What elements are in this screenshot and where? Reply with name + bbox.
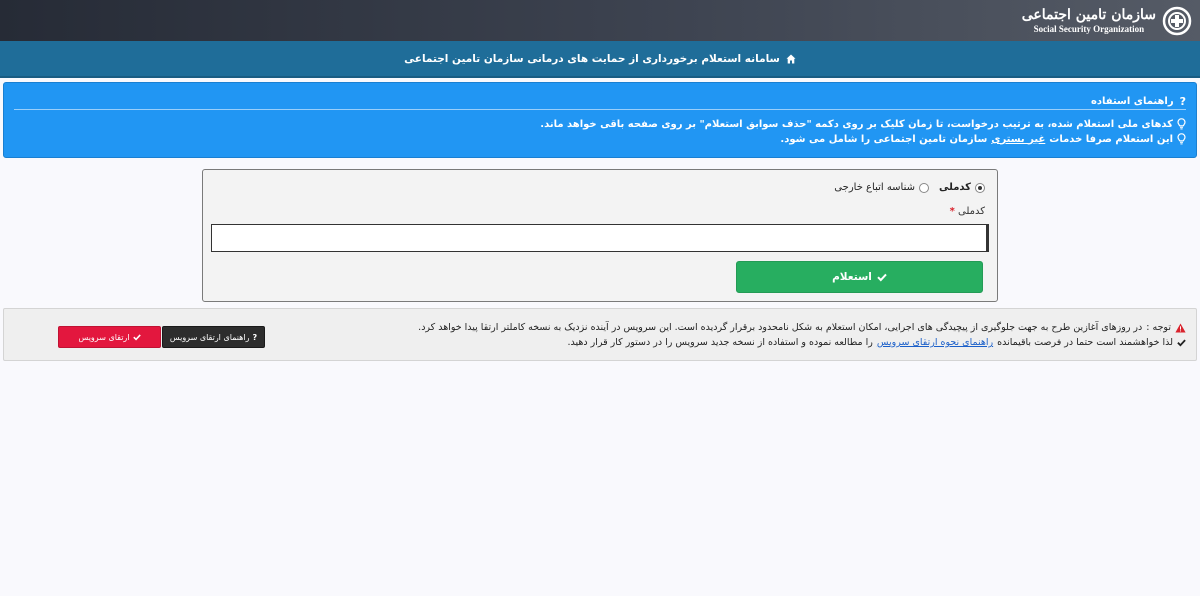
id-type-radio-group: کدملی شناسه اتباع خارجی <box>834 182 985 193</box>
required-mark: * <box>949 206 955 217</box>
inquiry-button[interactable]: استعلام <box>736 261 983 293</box>
notice-line-2: لذا خواهشمند است حتما در فرصت باقیمانده … <box>418 335 1186 350</box>
guide-text-2-after: سازمان تامین اجتماعی را شامل می شود. <box>780 133 988 145</box>
inquiry-button-label: استعلام <box>832 271 872 283</box>
upgrade-guide-button[interactable]: ? راهنمای ارتقای سرویس <box>162 326 265 348</box>
guide-text-2-underlined: غیر بستری <box>991 133 1046 145</box>
radio-foreign-id-control[interactable] <box>919 182 930 193</box>
radio-foreign-id[interactable]: شناسه اتباع خارجی <box>834 182 930 193</box>
guide-divider <box>14 109 1186 110</box>
notice-text: توجه : در روزهای آغازین طرح به جهت جلوگی… <box>418 320 1186 350</box>
usage-guide-panel: ? راهنمای استفاده کدهای ملی استعلام شده،… <box>3 82 1197 158</box>
upgrade-service-button-label: ارتقای سرویس <box>78 332 130 342</box>
guide-text-2-before: این استعلام صرفا خدمات <box>1049 133 1173 145</box>
lightbulb-icon <box>1177 118 1186 130</box>
radio-foreign-id-label: شناسه اتباع خارجی <box>834 182 916 193</box>
brand-text: سازمان تامین اجتماعی Social Security Org… <box>1022 8 1156 34</box>
warning-icon <box>1175 323 1186 332</box>
guide-text-1: کدهای ملی استعلام شده، به ترتیب درخواست،… <box>540 118 1173 130</box>
check-icon <box>132 334 141 341</box>
organization-logo-icon <box>1162 6 1192 36</box>
question-icon: ? <box>252 332 258 342</box>
notice-line-1: توجه : در روزهای آغازین طرح به جهت جلوگی… <box>418 320 1186 335</box>
home-icon[interactable] <box>786 54 796 64</box>
lightbulb-icon <box>1177 133 1186 145</box>
check-icon <box>1177 339 1186 347</box>
system-title: سامانه استعلام برخورداری از حمایت های در… <box>404 52 780 65</box>
upgrade-guide-link[interactable]: راهنمای نحوه ارتقای سرویس <box>877 337 993 348</box>
check-icon <box>877 273 887 282</box>
radio-national-code-label: کدملی <box>939 182 971 193</box>
guide-title: راهنمای استفاده <box>1090 95 1174 107</box>
national-code-label-text: کدملی <box>957 206 985 217</box>
top-header: سازمان تامین اجتماعی Social Security Org… <box>0 0 1200 41</box>
national-code-label: کدملی * <box>950 206 985 217</box>
radio-national-code-control[interactable] <box>975 182 985 193</box>
brand-logo-block[interactable]: سازمان تامین اجتماعی Social Security Org… <box>1022 4 1192 38</box>
brand-name-en: Social Security Organization <box>1033 24 1145 34</box>
upgrade-guide-button-label: راهنمای ارتقای سرویس <box>169 332 250 342</box>
notice-prefix: توجه : <box>1146 322 1171 333</box>
question-icon: ? <box>1179 94 1186 108</box>
upgrade-notice-panel: توجه : در روزهای آغازین طرح به جهت جلوگی… <box>3 308 1197 361</box>
system-title-bar: سامانه استعلام برخورداری از حمایت های در… <box>0 41 1200 78</box>
brand-name-fa: سازمان تامین اجتماعی <box>1021 7 1156 23</box>
guide-header: ? راهنمای استفاده <box>14 92 1186 110</box>
radio-national-code[interactable]: کدملی <box>939 182 985 193</box>
inquiry-form: کدملی شناسه اتباع خارجی کدملی * استعلام <box>202 169 998 302</box>
national-code-input[interactable] <box>211 224 989 252</box>
guide-line-1: کدهای ملی استعلام شده، به ترتیب درخواست،… <box>14 117 1186 131</box>
upgrade-service-button[interactable]: ارتقای سرویس <box>58 326 161 348</box>
notice-line-2-before: لذا خواهشمند است حتما در فرصت باقیمانده <box>997 337 1173 348</box>
notice-line-1-text: در روزهای آغازین طرح به جهت جلوگیری از پ… <box>418 322 1143 333</box>
notice-line-2-after: را مطالعه نموده و استفاده از نسخه جدید س… <box>567 337 873 348</box>
guide-line-2: این استعلام صرفا خدمات غیر بستری سازمان … <box>14 132 1186 146</box>
